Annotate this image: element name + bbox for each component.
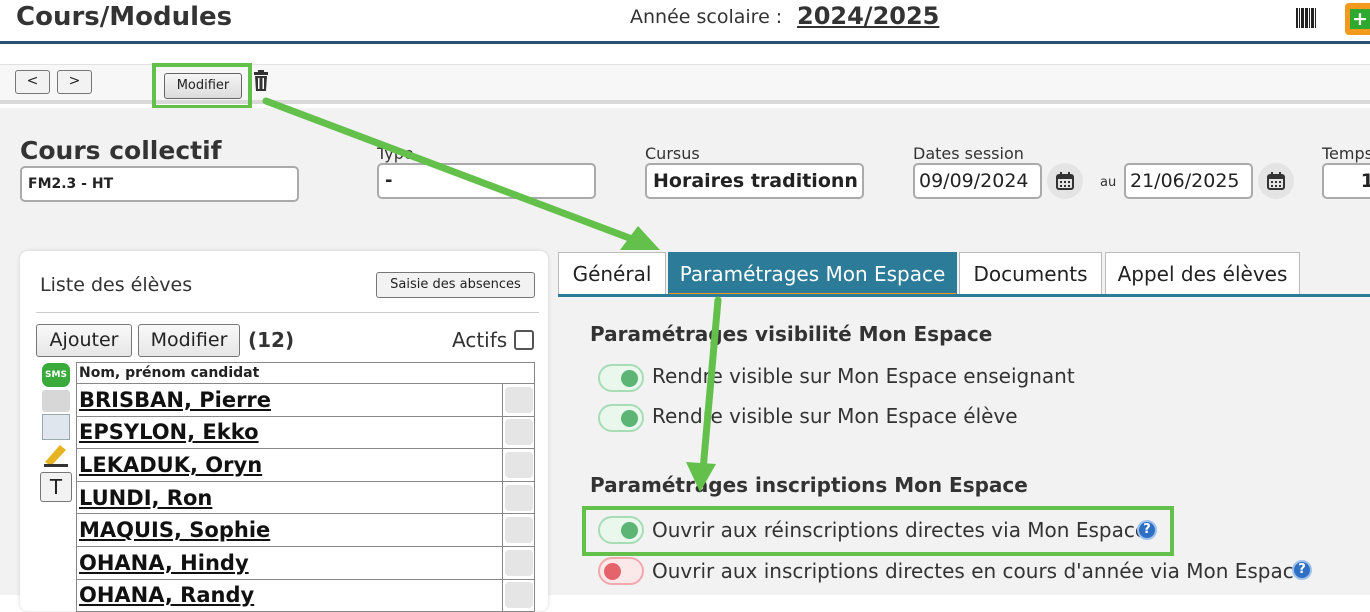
t-button[interactable]: T <box>40 472 72 502</box>
actifs-checkbox[interactable] <box>514 330 534 350</box>
help-icon[interactable]: ? <box>1292 560 1312 580</box>
toggle-reinscriptions-label: Ouvrir aux réinscriptions directes via M… <box>652 518 1148 542</box>
student-name-link[interactable]: EPSYLON, Ekko <box>79 420 259 444</box>
table-row: OHANA, Hindy <box>76 545 535 580</box>
barcode-icon[interactable] <box>1296 8 1316 28</box>
session-end-date-input[interactable]: 21/06/2025 <box>1124 163 1253 199</box>
page-title: Cours/Modules <box>16 2 233 32</box>
next-button[interactable]: > <box>57 70 92 94</box>
table-row: LUNDI, Ron <box>76 480 535 515</box>
tag-icon[interactable] <box>504 517 533 544</box>
toggle-reinscriptions[interactable] <box>598 516 644 544</box>
tag-icon[interactable] <box>504 419 533 446</box>
table-row: EPSYLON, Ekko <box>76 415 535 450</box>
type-label: Type <box>377 144 414 163</box>
toggle-visible-student[interactable] <box>598 404 644 432</box>
tag-icon[interactable] <box>504 451 533 478</box>
temps-field[interactable]: 1 <box>1322 163 1370 199</box>
toggle-visible-teacher[interactable] <box>598 364 644 392</box>
document-icon[interactable] <box>42 414 70 440</box>
help-icon[interactable]: ? <box>1137 520 1157 540</box>
add-button[interactable]: + <box>1345 3 1370 35</box>
sms-icon[interactable]: SMS <box>42 363 70 387</box>
student-name-link[interactable]: MAQUIS, Sophie <box>79 518 270 542</box>
toggle-inscriptions-in-year-label: Ouvrir aux inscriptions directes en cour… <box>652 559 1307 583</box>
table-row: OHANA, Randy <box>76 578 535 612</box>
student-name-link[interactable]: BRISBAN, Pierre <box>79 388 271 412</box>
school-year-label: Année scolaire : <box>630 6 783 28</box>
date-separator: au <box>1100 175 1117 190</box>
toggle-visible-teacher-label: Rendre visible sur Mon Espace enseignant <box>652 364 1075 388</box>
tag-icon[interactable] <box>504 484 533 511</box>
tab-mon-espace-settings[interactable]: Paramétrages Mon Espace <box>668 252 957 296</box>
tag-icon[interactable] <box>504 549 533 576</box>
toggle-visible-student-label: Rendre visible sur Mon Espace élève <box>652 404 1018 428</box>
previous-button[interactable]: < <box>15 70 50 94</box>
modify-student-button[interactable]: Modifier <box>138 324 240 357</box>
cursus-field[interactable]: Horaires traditionn <box>645 163 864 199</box>
course-type-heading: Cours collectif <box>20 136 222 165</box>
tag-icon[interactable] <box>504 582 533 609</box>
session-start-date-input[interactable]: 09/09/2024 <box>913 163 1042 199</box>
highlight-box <box>152 63 252 109</box>
divider <box>36 312 539 313</box>
temps-label: Temps <box>1322 144 1370 163</box>
student-name-link[interactable]: OHANA, Hindy <box>79 551 249 575</box>
pencil-icon[interactable] <box>42 442 70 468</box>
student-name-link[interactable]: LEKADUK, Oryn <box>79 453 262 477</box>
column-header-name[interactable]: Nom, prénom candidat <box>76 362 535 384</box>
absences-button[interactable]: Saisie des absences <box>376 272 535 298</box>
actifs-label: Actifs <box>452 328 508 352</box>
mail-icon[interactable] <box>42 390 70 412</box>
student-name-link[interactable]: OHANA, Randy <box>79 583 254 607</box>
tab-appel-eleves[interactable]: Appel des élèves <box>1105 252 1300 296</box>
students-count: (12) <box>248 328 295 352</box>
tab-general[interactable]: Général <box>558 252 666 296</box>
calendar-icon[interactable] <box>1047 163 1083 199</box>
toggle-inscriptions-in-year[interactable] <box>598 557 644 585</box>
add-student-button[interactable]: Ajouter <box>36 324 132 357</box>
type-field[interactable]: - <box>377 163 596 199</box>
calendar-icon[interactable] <box>1258 163 1294 199</box>
plus-icon: + <box>1350 9 1370 29</box>
tabs-underline <box>558 294 1370 297</box>
course-code-field[interactable]: FM2.3 - HT <box>20 166 299 202</box>
student-name-link[interactable]: LUNDI, Ron <box>79 486 212 510</box>
inscriptions-section-title: Paramétrages inscriptions Mon Espace <box>590 473 1028 497</box>
table-row: MAQUIS, Sophie <box>76 513 535 547</box>
visibility-section-title: Paramétrages visibilité Mon Espace <box>590 322 993 346</box>
tag-icon[interactable] <box>504 386 533 413</box>
table-row: BRISBAN, Pierre <box>76 383 535 417</box>
school-year-link[interactable]: 2024/2025 <box>797 2 939 30</box>
trash-icon[interactable] <box>252 70 270 92</box>
table-row: LEKADUK, Oryn <box>76 448 535 482</box>
cursus-label: Cursus <box>645 144 700 163</box>
dates-session-label: Dates session <box>913 144 1024 163</box>
students-table: Nom, prénom candidat BRISBAN, Pierre EPS… <box>76 362 535 612</box>
students-list-title: Liste des élèves <box>40 274 193 296</box>
tab-documents[interactable]: Documents <box>959 252 1102 296</box>
header-divider <box>0 41 1370 44</box>
